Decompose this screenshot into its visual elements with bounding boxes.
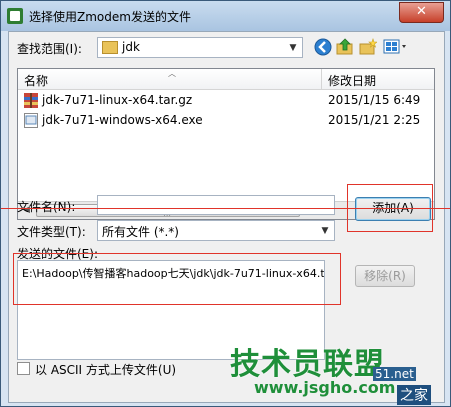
column-divider[interactable] [321,69,322,89]
close-icon: ✕ [416,4,427,19]
sort-ascending-icon: ︿ [168,69,176,78]
ascii-checkbox[interactable] [17,362,30,375]
chevron-down-icon: ▼ [321,226,329,236]
filename-input[interactable] [97,195,335,215]
exe-icon [24,113,38,128]
watermark-logo: 技术员联盟 [230,347,385,382]
file-name: jdk-7u71-windows-x64.exe [42,113,203,127]
ascii-checkbox-label: 以 ASCII 方式上传文件(U) [35,363,177,377]
file-name: jdk-7u71-linux-x64.tar.gz [42,93,193,107]
look-in-label: 查找范围(I): [17,42,82,56]
filetype-combo[interactable]: 所有文件 (*.*) ▼ [97,220,335,241]
remove-button[interactable]: 移除(R) [355,265,415,287]
view-menu-icon[interactable] [383,38,409,56]
look-in-combo[interactable]: jdk ▼ [97,37,303,58]
app-icon [7,8,23,24]
chevron-down-icon: ▼ [289,43,297,53]
filename-label: 文件名(N): [17,200,76,214]
new-folder-icon[interactable] [359,38,377,56]
up-folder-icon[interactable] [336,38,354,56]
watermark-corner: 之家 [397,385,431,405]
dialog-title: 选择使用Zmodem发送的文件 [29,10,191,24]
file-date: 2015/1/21 2:25 [328,113,421,127]
column-name[interactable]: 名称 [24,72,48,89]
title-bar[interactable]: 选择使用Zmodem发送的文件 ✕ [1,1,450,31]
archive-icon [24,93,38,108]
close-button[interactable]: ✕ [399,2,444,23]
list-item[interactable]: E:\Hadoop\传智播客hadoop七天\jdk\jdk-7u71-linu… [22,265,324,281]
dialog-window: 选择使用Zmodem发送的文件 ✕ 查找范围(I): jdk ▼ ︿ 名称 修改… [0,0,451,407]
look-in-value: jdk [122,40,140,54]
file-date: 2015/1/15 6:49 [328,93,421,107]
filetype-value: 所有文件 (*.*) [102,225,179,239]
list-item[interactable]: jdk-7u71-linux-x64.tar.gz 2015/1/15 6:49 [18,91,434,111]
column-modified[interactable]: 修改日期 [328,72,376,89]
list-item[interactable]: jdk-7u71-windows-x64.exe 2015/1/21 2:25 [18,111,434,131]
watermark-side: 51.net [373,367,416,381]
back-icon[interactable] [314,38,332,56]
add-button[interactable]: 添加(A) [355,197,431,221]
filetype-label: 文件类型(T): [17,225,86,239]
list-header: ︿ 名称 修改日期 [18,69,434,90]
folder-icon [102,41,118,54]
